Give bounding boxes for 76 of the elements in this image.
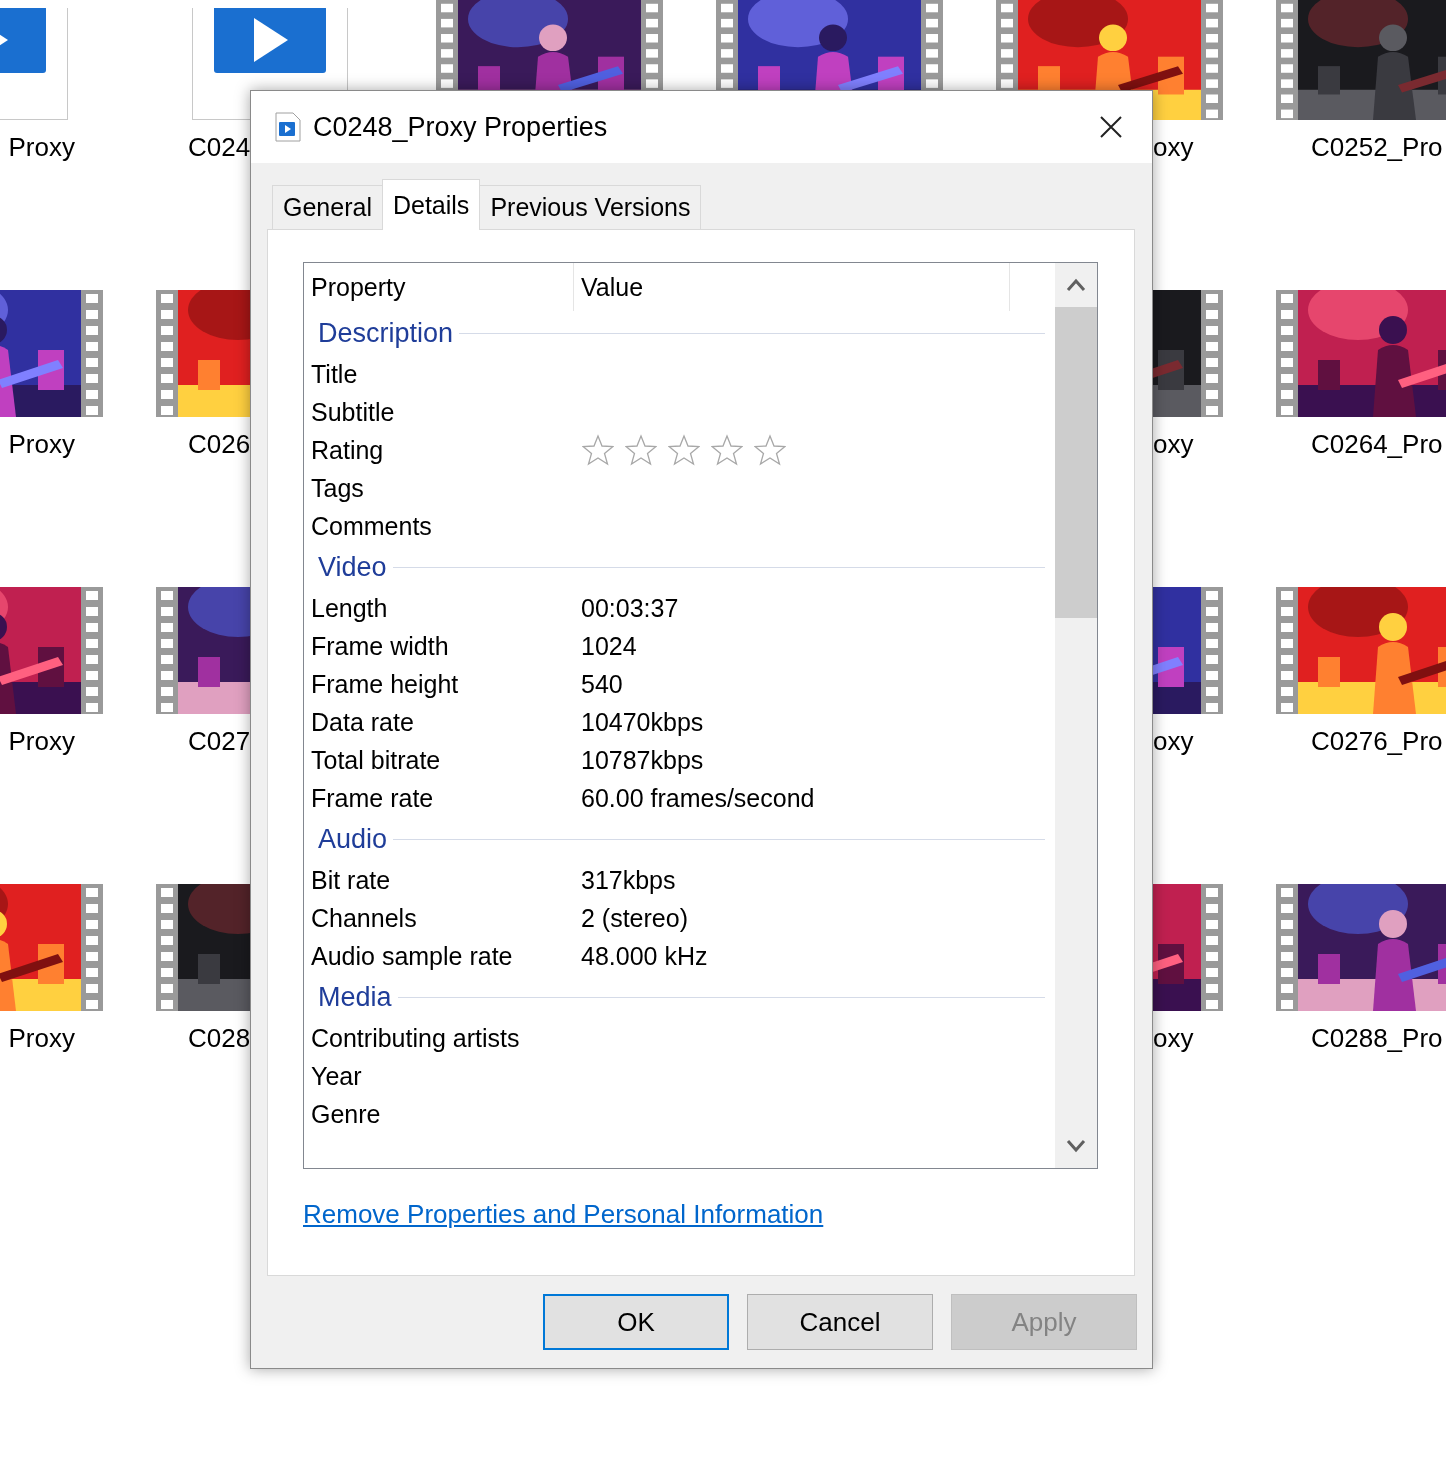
close-icon[interactable] [1100, 116, 1122, 138]
group-heading: Video [318, 551, 387, 583]
property-name: Rating [310, 435, 385, 465]
column-header[interactable]: Property [304, 263, 574, 311]
column-header[interactable]: Value [574, 263, 1010, 311]
file-name[interactable]: oxy [1153, 726, 1194, 756]
file-name[interactable]: C028 [188, 1023, 251, 1053]
star-icon[interactable] [625, 434, 657, 466]
scroll-up-icon[interactable] [1066, 278, 1086, 292]
star-icon[interactable] [754, 434, 786, 466]
property-value: 48.000 kHz [580, 941, 708, 971]
property-name: Total bitrate [310, 745, 442, 775]
property-value: 2 (stereo) [580, 903, 688, 933]
star-icon[interactable] [582, 434, 614, 466]
property-name: Channels [310, 903, 418, 933]
property-name: Frame width [310, 631, 450, 661]
group-heading: Audio [318, 823, 388, 855]
film-strip-icon [156, 884, 178, 1011]
film-strip-icon [156, 290, 178, 417]
property-name: Data rate [310, 707, 415, 737]
file-name[interactable]: oxy [1153, 429, 1194, 459]
property-name: Subtitle [310, 397, 396, 427]
file-name[interactable]: C026 [188, 429, 251, 459]
file-name[interactable]: C0252_Pro [1311, 132, 1443, 162]
star-icon[interactable] [711, 434, 743, 466]
tab[interactable]: Details [381, 179, 481, 230]
property-value: 60.00 frames/second [580, 783, 815, 813]
file-name[interactable]: Proxy [8, 429, 75, 459]
film-strip-icon [81, 884, 103, 1011]
file-name[interactable]: Proxy [8, 132, 75, 162]
group-heading: Description [318, 317, 454, 349]
file-name[interactable]: C0264_Pro [1311, 429, 1443, 459]
property-value: 10470kbps [580, 707, 704, 737]
property-value: 10787kbps [580, 745, 704, 775]
property-name: Length [310, 593, 389, 623]
dialog-button[interactable]: OK [543, 1294, 729, 1350]
film-strip-icon [1276, 884, 1298, 1011]
film-strip-icon [1276, 587, 1298, 714]
property-value: 317kbps [580, 865, 676, 895]
film-strip-icon [81, 587, 103, 714]
property-value: 540 [580, 669, 623, 699]
file-name[interactable]: oxy [1153, 132, 1194, 162]
property-name: Title [310, 359, 359, 389]
property-name: Comments [310, 511, 433, 541]
file-name[interactable]: oxy [1153, 1023, 1194, 1053]
property-name: Bit rate [310, 865, 392, 895]
property-name: Year [310, 1061, 363, 1091]
property-name: Contributing artists [310, 1023, 521, 1053]
property-name: Frame height [310, 669, 460, 699]
film-strip-icon [1201, 290, 1223, 417]
file-name[interactable]: C0288_Pro [1311, 1023, 1443, 1053]
window-title: C0248_Proxy Properties [313, 111, 609, 143]
film-strip-icon [1276, 290, 1298, 417]
scrollbar[interactable] [1055, 263, 1097, 1168]
property-name: Frame rate [310, 783, 435, 813]
file-name[interactable]: C024 [188, 132, 251, 162]
film-strip-icon [156, 587, 178, 714]
property-value: 00:03:37 [580, 593, 679, 623]
remove-properties-link[interactable]: Remove Properties and Personal Information [303, 1199, 824, 1230]
star-icon[interactable] [668, 434, 700, 466]
file-name[interactable]: Proxy [8, 726, 75, 756]
film-strip-icon [1201, 884, 1223, 1011]
property-name: Tags [310, 473, 365, 503]
group-heading: Media [318, 981, 392, 1013]
tab[interactable]: General [272, 185, 383, 229]
file-name[interactable]: C0276_Pro [1311, 726, 1443, 756]
film-strip-icon [81, 290, 103, 417]
scroll-down-icon[interactable] [1066, 1139, 1086, 1153]
property-name: Audio sample rate [310, 941, 514, 971]
film-strip-icon [1201, 587, 1223, 714]
property-name: Genre [310, 1099, 382, 1129]
file-name[interactable]: C027 [188, 726, 251, 756]
property-value: 1024 [580, 631, 637, 661]
tab[interactable]: Previous Versions [479, 185, 702, 229]
dialog-button[interactable]: Cancel [747, 1294, 933, 1350]
file-name[interactable]: Proxy [8, 1023, 75, 1053]
